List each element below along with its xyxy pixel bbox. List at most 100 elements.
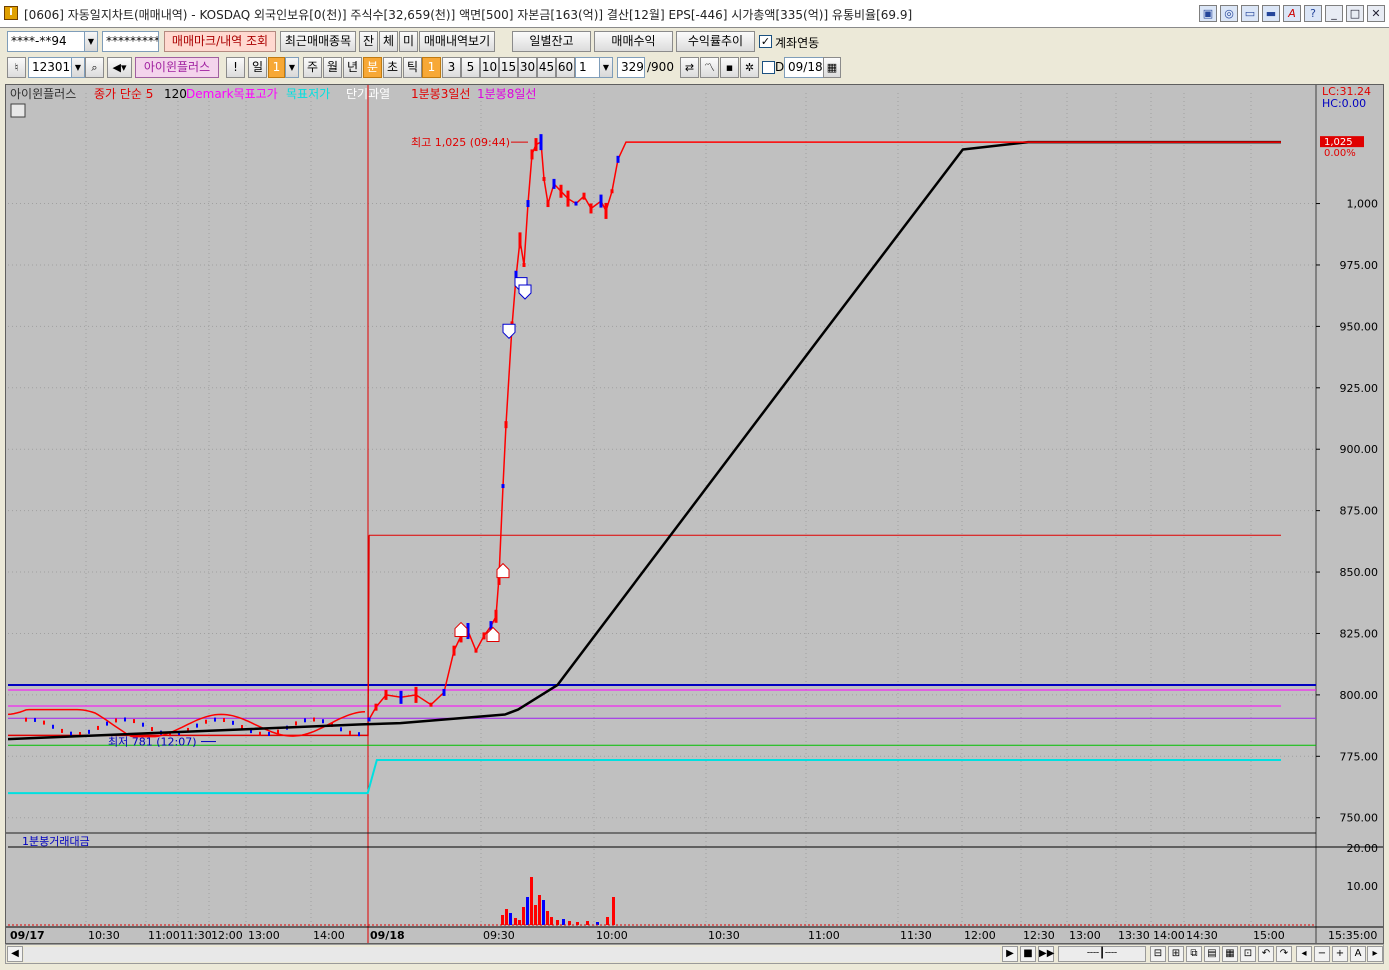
gear-icon[interactable]: ✲: [740, 57, 759, 78]
y-tick-label: 1,000: [1347, 198, 1379, 211]
chevron-down-icon[interactable]: ▼: [285, 57, 299, 78]
x-tick-label: 11:30: [900, 929, 932, 942]
zoom-in-icon[interactable]: +: [1332, 946, 1348, 962]
grid-icon[interactable]: ▦: [1222, 946, 1238, 962]
indicator-select[interactable]: 아이윈플러스: [135, 57, 219, 78]
price-chart[interactable]: 1,000 975.00 950.00 925.00 900.00 875.00 850.0…: [6, 85, 1383, 943]
y-tick-label: 775.00: [1340, 750, 1379, 763]
unfilled-button[interactable]: 미: [399, 31, 418, 52]
interval-60-button[interactable]: 60: [556, 57, 575, 78]
chevron-down-icon[interactable]: ▼: [599, 57, 613, 78]
mark-query-button[interactable]: 매매마크/내역 조회: [164, 31, 276, 52]
minimize-button[interactable]: _: [1325, 5, 1343, 22]
daily-balance-button[interactable]: 일별잔고: [512, 31, 591, 52]
volume-bar: [505, 909, 508, 925]
count-field[interactable]: 329: [617, 57, 645, 78]
day2-candle: [384, 689, 388, 700]
stock-code-input[interactable]: 123010: [28, 57, 72, 78]
arrow-back-icon[interactable]: ↶: [1258, 946, 1274, 962]
volume-bar: [562, 919, 565, 925]
account-select[interactable]: ****-**94: [7, 31, 85, 52]
chart-scrollbar[interactable]: ◀ ▶ ■ ▶▶ ┄┄┃┄┄ ⊟ ⊞ ⧉ ▤ ▦ ⊡ ↶ ↷ ◂ − + A ▸: [5, 944, 1384, 964]
scroll-left-small-icon[interactable]: ◂: [1296, 946, 1312, 962]
password-field[interactable]: *********: [102, 31, 159, 52]
chart-area[interactable]: 1,000 975.00 950.00 925.00 900.00 875.00 850.0…: [5, 84, 1384, 944]
chevron-down-icon[interactable]: ▼: [71, 57, 85, 78]
x-tick-label: 13:30: [1118, 929, 1150, 942]
scroll-right-small-icon[interactable]: ▸: [1367, 946, 1383, 962]
tile-icon[interactable]: ▤: [1204, 946, 1220, 962]
x-tick-label: 11:30: [180, 929, 212, 942]
period-day-button[interactable]: 일: [248, 57, 267, 78]
interval-30-button[interactable]: 30: [518, 57, 537, 78]
scroll-right-icon[interactable]: ▶: [1002, 946, 1018, 962]
panel-icon[interactable]: ▬: [1262, 5, 1280, 22]
day-count-field[interactable]: 1: [268, 57, 285, 78]
layers-icon[interactable]: ⧉: [1186, 946, 1202, 962]
date-field[interactable]: 09/18: [784, 57, 824, 78]
trade-view-button[interactable]: 매매내역보기: [419, 31, 495, 52]
y-tick-label: 950.00: [1340, 320, 1379, 333]
interval-3-button[interactable]: 3: [442, 57, 461, 78]
trade-profit-button[interactable]: 매매수익: [594, 31, 673, 52]
interval-15-button[interactable]: 15: [499, 57, 518, 78]
balance-button[interactable]: 잔: [359, 31, 378, 52]
recent-items-button[interactable]: 최근매매종목: [280, 31, 356, 52]
period-minute-button[interactable]: 분: [363, 57, 382, 78]
layout-icon[interactable]: ⊟: [1150, 946, 1166, 962]
zoom-out-icon[interactable]: −: [1314, 946, 1330, 962]
fast-forward-icon[interactable]: ▶▶: [1038, 946, 1054, 962]
help-icon[interactable]: ?: [1304, 5, 1322, 22]
interval-5-button[interactable]: 5: [461, 57, 480, 78]
compare-icon[interactable]: ⊡: [1240, 946, 1256, 962]
text-tool-icon[interactable]: A: [1350, 946, 1366, 962]
day2-candle: [399, 690, 403, 704]
sync-icon[interactable]: ◎: [1220, 5, 1238, 22]
scroll-track[interactable]: [24, 947, 1000, 962]
x-tick-label: 14:00: [313, 929, 345, 942]
search-icon[interactable]: ⌕: [85, 57, 104, 78]
legend-item: Demark목표고가: [186, 87, 278, 101]
period-year-button[interactable]: 년: [343, 57, 362, 78]
save-icon[interactable]: ▪: [720, 57, 739, 78]
y-tick-label: 900.00: [1340, 443, 1379, 456]
link-icon[interactable]: ▣: [1199, 5, 1217, 22]
period-tick-button[interactable]: 틱: [403, 57, 422, 78]
return-trend-button[interactable]: 수익률추이: [676, 31, 755, 52]
executed-button[interactable]: 체: [379, 31, 398, 52]
speaker-icon[interactable]: ◀▾: [107, 57, 132, 78]
chart-line-icon[interactable]: 〽: [700, 57, 719, 78]
window-split-icon[interactable]: ⊞: [1168, 946, 1184, 962]
zoom-slider[interactable]: ┄┄┃┄┄: [1058, 946, 1146, 962]
close-button[interactable]: ✕: [1367, 5, 1385, 22]
legend-item: 1분봉3일선: [411, 87, 470, 101]
multiplier-field[interactable]: 1: [575, 57, 600, 78]
plot-background: [6, 85, 1316, 926]
font-icon[interactable]: A: [1283, 5, 1301, 22]
day2-candle: [559, 184, 563, 198]
volume-bar: [530, 877, 533, 925]
stop-icon[interactable]: ■: [1020, 946, 1036, 962]
scroll-left-icon[interactable]: ◀: [7, 946, 23, 962]
y-tick-label: 800.00: [1340, 689, 1379, 702]
calendar-icon[interactable]: ▦: [823, 57, 841, 78]
chart-refresh-icon[interactable]: ⇄: [680, 57, 699, 78]
interval-10-button[interactable]: 10: [480, 57, 499, 78]
stock-search-icon[interactable]: ♮: [7, 57, 26, 78]
period-month-button[interactable]: 월: [323, 57, 342, 78]
interval-45-button[interactable]: 45: [537, 57, 556, 78]
window-icon[interactable]: ▭: [1241, 5, 1259, 22]
period-week-button[interactable]: 주: [303, 57, 322, 78]
period-second-button[interactable]: 초: [383, 57, 402, 78]
day2-candle: [367, 717, 371, 722]
count-max-label: /900: [647, 60, 674, 74]
alert-button[interactable]: !: [226, 57, 245, 78]
arrow-forward-icon[interactable]: ↷: [1276, 946, 1292, 962]
account-link-checkbox[interactable]: ✓: [759, 35, 772, 48]
app-icon: I: [4, 6, 18, 20]
interval-1-button[interactable]: 1: [422, 57, 441, 78]
chevron-down-icon[interactable]: ▼: [84, 31, 98, 52]
date-checkbox[interactable]: [762, 61, 775, 74]
change-pct-label: 0.00%: [1324, 148, 1356, 159]
maximize-button[interactable]: □: [1346, 5, 1364, 22]
